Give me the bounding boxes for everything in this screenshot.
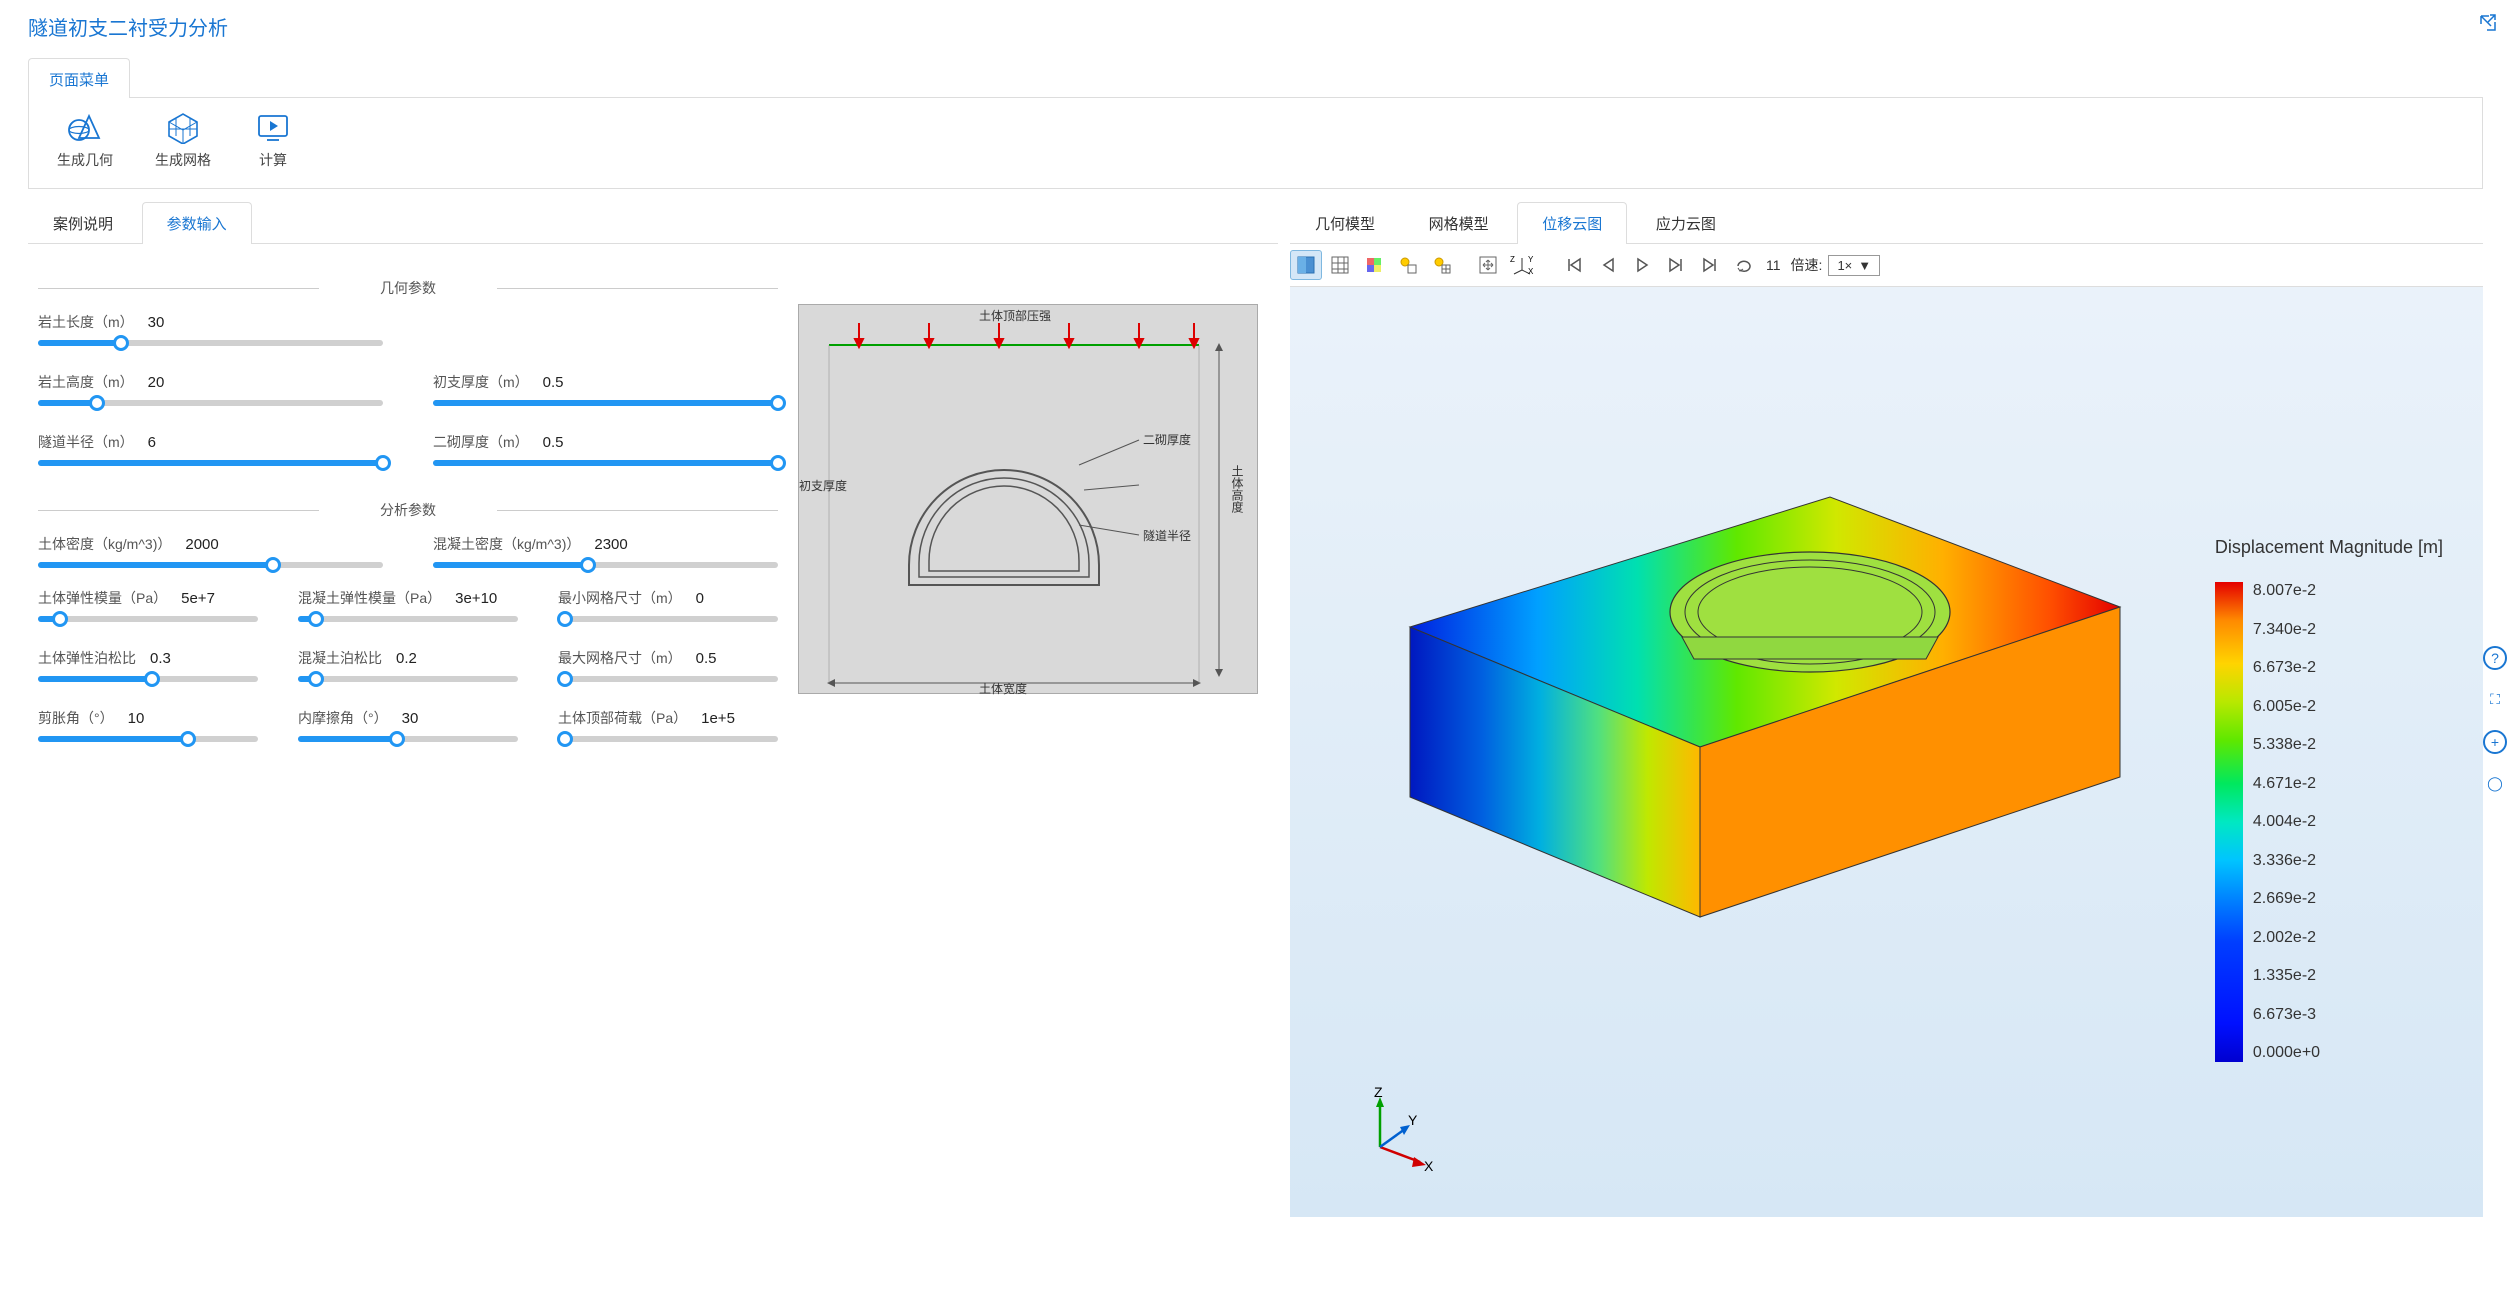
slider-concrete-e[interactable] [298,616,518,622]
tab-geom-model[interactable]: 几何模型 [1290,202,1400,244]
slider-rock-height[interactable] [38,400,383,406]
move-icon[interactable] [1472,250,1504,280]
first-frame-icon[interactable] [1558,250,1590,280]
speed-select[interactable]: 1×▼ [1828,255,1880,276]
slider-soil-e[interactable] [38,616,258,622]
param-soil-density: 土体密度（kg/m^3)）2000 [38,534,383,568]
slider-friction-angle[interactable] [298,736,518,742]
help-icon[interactable]: ? [2483,646,2507,670]
locate-icon[interactable]: ◯ [2483,772,2507,796]
viz-toolbar: Z YX 11 倍速: 1×▼ [1290,244,2483,287]
frame-number: 11 [1766,257,1781,273]
geom-section-header: 几何参数 [38,278,778,298]
slider-primary-thickness[interactable] [433,400,778,406]
param-soil-poisson: 土体弹性泊松比0.3 [38,648,258,682]
slider-tunnel-radius[interactable] [38,460,383,466]
page-menu-tab[interactable]: 页面菜单 [28,58,130,98]
next-frame-icon[interactable] [1660,250,1692,280]
slider-soil-density[interactable] [38,562,383,568]
svg-text:X: X [1424,1158,1434,1174]
loop-icon[interactable] [1728,250,1760,280]
play-icon[interactable] [1626,250,1658,280]
viz-canvas[interactable]: Displacement Magnitude [m] 8.007e-27.340… [1290,287,2483,1217]
tab-param-input[interactable]: 参数输入 [142,202,252,244]
speed-label: 倍速: [1791,255,1823,275]
legend-title: Displacement Magnitude [m] [2215,537,2443,558]
slider-top-load[interactable] [558,736,778,742]
slider-concrete-density[interactable] [433,562,778,568]
gen-geometry-button[interactable]: 生成几何 [57,110,113,170]
schematic-diagram: 土体顶部压强 二砌厚度 初支厚度 隧道半径 土体高度 土体宽度 [798,304,1258,694]
param-top-load: 土体顶部荷载（Pa）1e+5 [558,708,778,742]
app-title: 隧道初支二衬受力分析 [28,18,228,40]
slider-dilation-angle[interactable] [38,736,258,742]
param-rock-height: 岩土高度（m）20 [38,372,383,406]
color-cube-icon[interactable] [1358,250,1390,280]
axis-triad-icon[interactable]: Z YX [1506,250,1538,280]
legend-colorbar [2215,582,2243,1062]
param-concrete-density: 混凝土密度（kg/m^3)）2300 [433,534,778,568]
param-soil-e: 土体弹性模量（Pa）5e+7 [38,588,258,622]
tab-stress[interactable]: 应力云图 [1631,202,1741,244]
tab-mesh-model[interactable]: 网格模型 [1404,202,1514,244]
grid-icon[interactable] [1324,250,1356,280]
bulb-wire-icon[interactable] [1426,250,1458,280]
slider-concrete-poisson[interactable] [298,676,518,682]
svg-text:Y: Y [1408,1112,1418,1128]
svg-text:Y: Y [1528,255,1534,264]
param-concrete-e: 混凝土弹性模量（Pa）3e+10 [298,588,518,622]
param-secondary-thickness: 二砌厚度（m）0.5 [433,432,778,466]
side-tools: ? ⛶ + ◯ [2483,646,2507,796]
analysis-section-header: 分析参数 [38,500,778,520]
param-tunnel-radius: 隧道半径（m）6 [38,432,383,466]
param-dilation-angle: 剪胀角（°）10 [38,708,258,742]
slider-min-mesh[interactable] [558,616,778,622]
displacement-render [1330,407,2180,1027]
svg-text:Z: Z [1374,1087,1383,1100]
legend-values: 8.007e-27.340e-26.673e-26.005e-25.338e-2… [2253,582,2320,1062]
chevron-down-icon: ▼ [1858,258,1871,273]
bulb-box-icon[interactable] [1392,250,1424,280]
mesh-cube-icon [163,110,203,144]
compute-button[interactable]: 计算 [253,110,293,170]
param-primary-thickness: 初支厚度（m）0.5 [433,372,778,406]
tab-displacement[interactable]: 位移云图 [1517,202,1627,244]
gen-mesh-button[interactable]: 生成网格 [155,110,211,170]
param-concrete-poisson: 混凝土泊松比0.2 [298,648,518,682]
slider-soil-poisson[interactable] [38,676,258,682]
box-view-icon[interactable] [1290,250,1322,280]
legend: Displacement Magnitude [m] 8.007e-27.340… [2215,537,2443,1062]
popout-icon[interactable] [2477,12,2497,38]
prev-frame-icon[interactable] [1592,250,1624,280]
tab-case-desc[interactable]: 案例说明 [28,202,138,244]
param-friction-angle: 内摩擦角（°）30 [298,708,518,742]
axis-triad: Z Y X [1350,1087,1440,1177]
fullscreen-icon[interactable]: ⛶ [2483,688,2507,712]
param-max-mesh: 最大网格尺寸（m）0.5 [558,648,778,682]
monitor-play-icon [253,110,293,144]
slider-secondary-thickness[interactable] [433,460,778,466]
param-min-mesh: 最小网格尺寸（m）0 [558,588,778,622]
zoom-in-icon[interactable]: + [2483,730,2507,754]
svg-text:Z: Z [1510,255,1515,264]
slider-rock-length[interactable] [38,340,383,346]
slider-max-mesh[interactable] [558,676,778,682]
last-frame-icon[interactable] [1694,250,1726,280]
sphere-cone-icon [65,110,105,144]
svg-text:X: X [1528,267,1534,276]
param-rock-length: 岩土长度（m）30 [38,312,383,346]
